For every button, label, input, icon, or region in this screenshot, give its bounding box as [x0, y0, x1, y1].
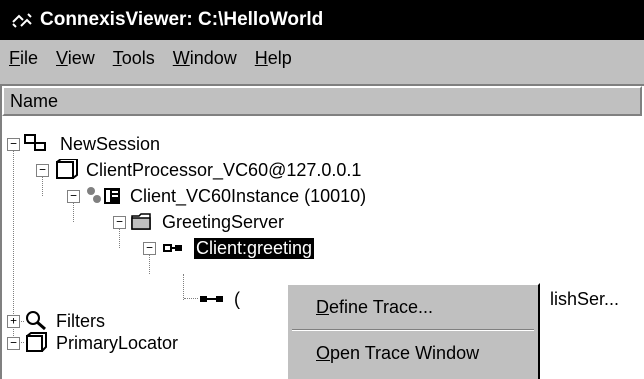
tree-node-client-instance[interactable]: Client_VC60Instance (10010): [84, 183, 366, 209]
selected-label: Client:greeting: [192, 236, 316, 260]
tree-node-clientprocessor[interactable]: ClientProcessor_VC60@127.0.0.1: [54, 157, 361, 183]
tree-node-greetingserver[interactable]: GreetingServer: [130, 209, 284, 235]
window-title: ConnexisViewer: C:\HelloWorld: [40, 9, 324, 30]
collapse-toggle[interactable]: −: [7, 337, 20, 350]
menu-file[interactable]: File: [0, 48, 47, 69]
collapse-toggle[interactable]: −: [7, 138, 20, 151]
tree-node-client-greeting[interactable]: Client:greeting: [162, 235, 316, 261]
port-icon: [163, 244, 182, 252]
title-bar[interactable]: ConnexisViewer: C:\HelloWorld: [0, 0, 644, 40]
collapse-toggle[interactable]: −: [67, 190, 80, 203]
app-icon: [12, 13, 32, 28]
menu-separator: [292, 329, 534, 331]
menu-item-define-trace[interactable]: Define Trace...: [316, 297, 433, 318]
tree-node-connection[interactable]: (: [198, 286, 240, 312]
connection-icon: [200, 296, 223, 302]
menu-help[interactable]: Help: [246, 48, 301, 69]
menu-view[interactable]: View: [47, 48, 104, 69]
menu-item-open-trace-window[interactable]: Open Trace Window: [316, 343, 479, 364]
session-icon: [24, 134, 46, 151]
expand-toggle[interactable]: +: [7, 315, 20, 328]
menu-tools[interactable]: Tools: [104, 48, 164, 69]
menu-bar: File View Tools Window Help: [0, 40, 644, 76]
application-window: ConnexisViewer: C:\HelloWorld File View …: [0, 0, 644, 379]
instance-icon: [87, 187, 120, 204]
menu-window[interactable]: Window: [164, 48, 246, 69]
collapse-toggle[interactable]: −: [36, 164, 49, 177]
column-header-name[interactable]: Name: [2, 86, 642, 116]
tree-node-connection-trailing: lishSer...: [550, 288, 620, 309]
folder-icon: [131, 213, 151, 230]
collapse-toggle[interactable]: −: [113, 216, 126, 229]
collapse-toggle[interactable]: −: [143, 242, 156, 255]
tree-line: [13, 144, 14, 340]
processor-icon: [56, 159, 78, 179]
tree-node-newsession[interactable]: NewSession: [24, 131, 160, 157]
tree-line: [184, 298, 198, 299]
context-menu: Define Trace... Open Trace Window: [286, 283, 540, 379]
tree-node-primarylocator[interactable]: PrimaryLocator: [24, 330, 178, 356]
tree-line: [183, 274, 184, 300]
locator-icon: [26, 332, 47, 352]
filter-icon: [26, 311, 46, 331]
